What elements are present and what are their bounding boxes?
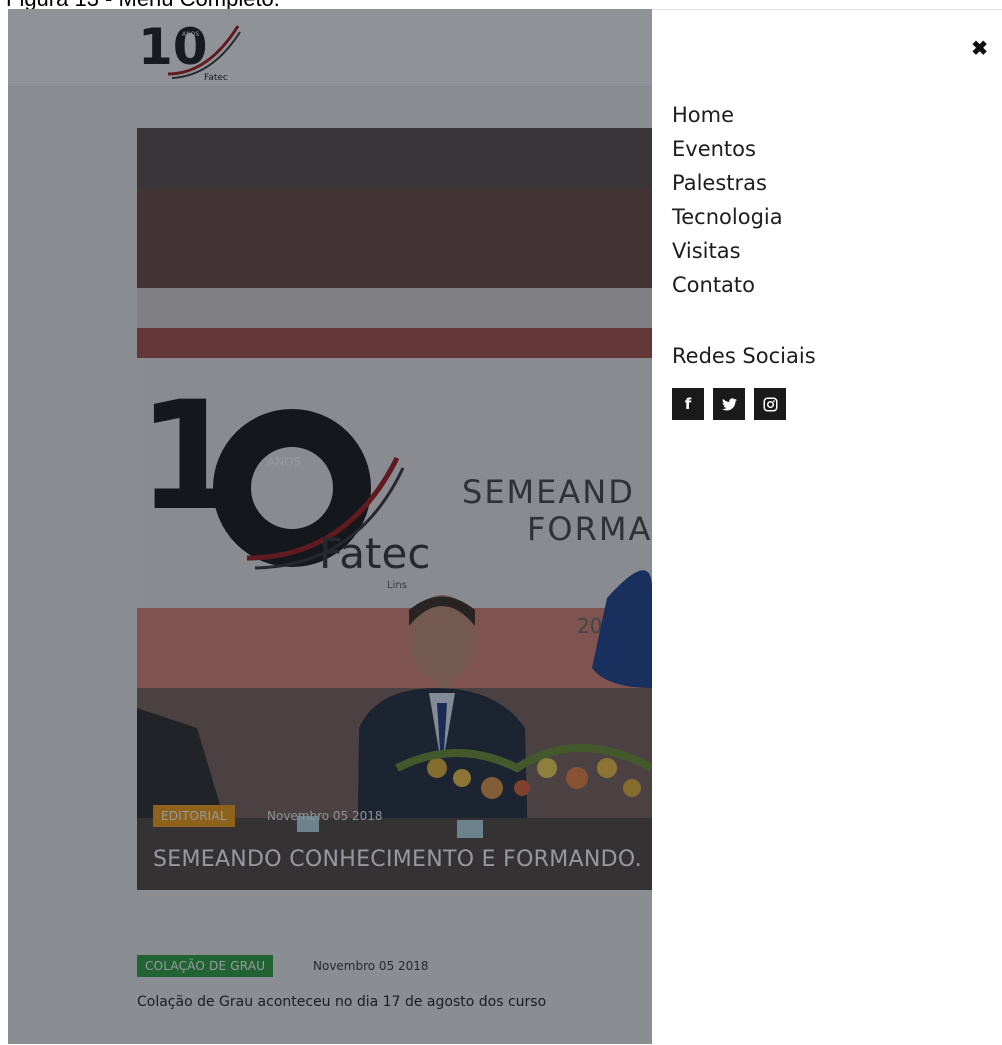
menu-item-contato[interactable]: Contato bbox=[672, 268, 783, 302]
twitter-icon[interactable] bbox=[713, 388, 745, 420]
social-links: f bbox=[672, 388, 786, 420]
site-page: 10 ANOS Fatec 1 ANOS Fatec Lins SEMEAND … bbox=[8, 9, 652, 1044]
social-title: Redes Sociais bbox=[672, 344, 816, 368]
menu-item-home[interactable]: Home bbox=[672, 98, 783, 132]
menu-item-visitas[interactable]: Visitas bbox=[672, 234, 783, 268]
side-menu-panel: ✖ Home Eventos Palestras Tecnologia Visi… bbox=[652, 9, 1002, 1045]
menu-backdrop-overlay[interactable] bbox=[8, 9, 652, 1044]
instagram-icon[interactable] bbox=[754, 388, 786, 420]
menu-item-tecnologia[interactable]: Tecnologia bbox=[672, 200, 783, 234]
menu-nav: Home Eventos Palestras Tecnologia Visita… bbox=[672, 98, 783, 302]
menu-item-eventos[interactable]: Eventos bbox=[672, 132, 783, 166]
menu-item-palestras[interactable]: Palestras bbox=[672, 166, 783, 200]
close-icon[interactable]: ✖ bbox=[971, 36, 988, 61]
facebook-icon[interactable]: f bbox=[672, 388, 704, 420]
